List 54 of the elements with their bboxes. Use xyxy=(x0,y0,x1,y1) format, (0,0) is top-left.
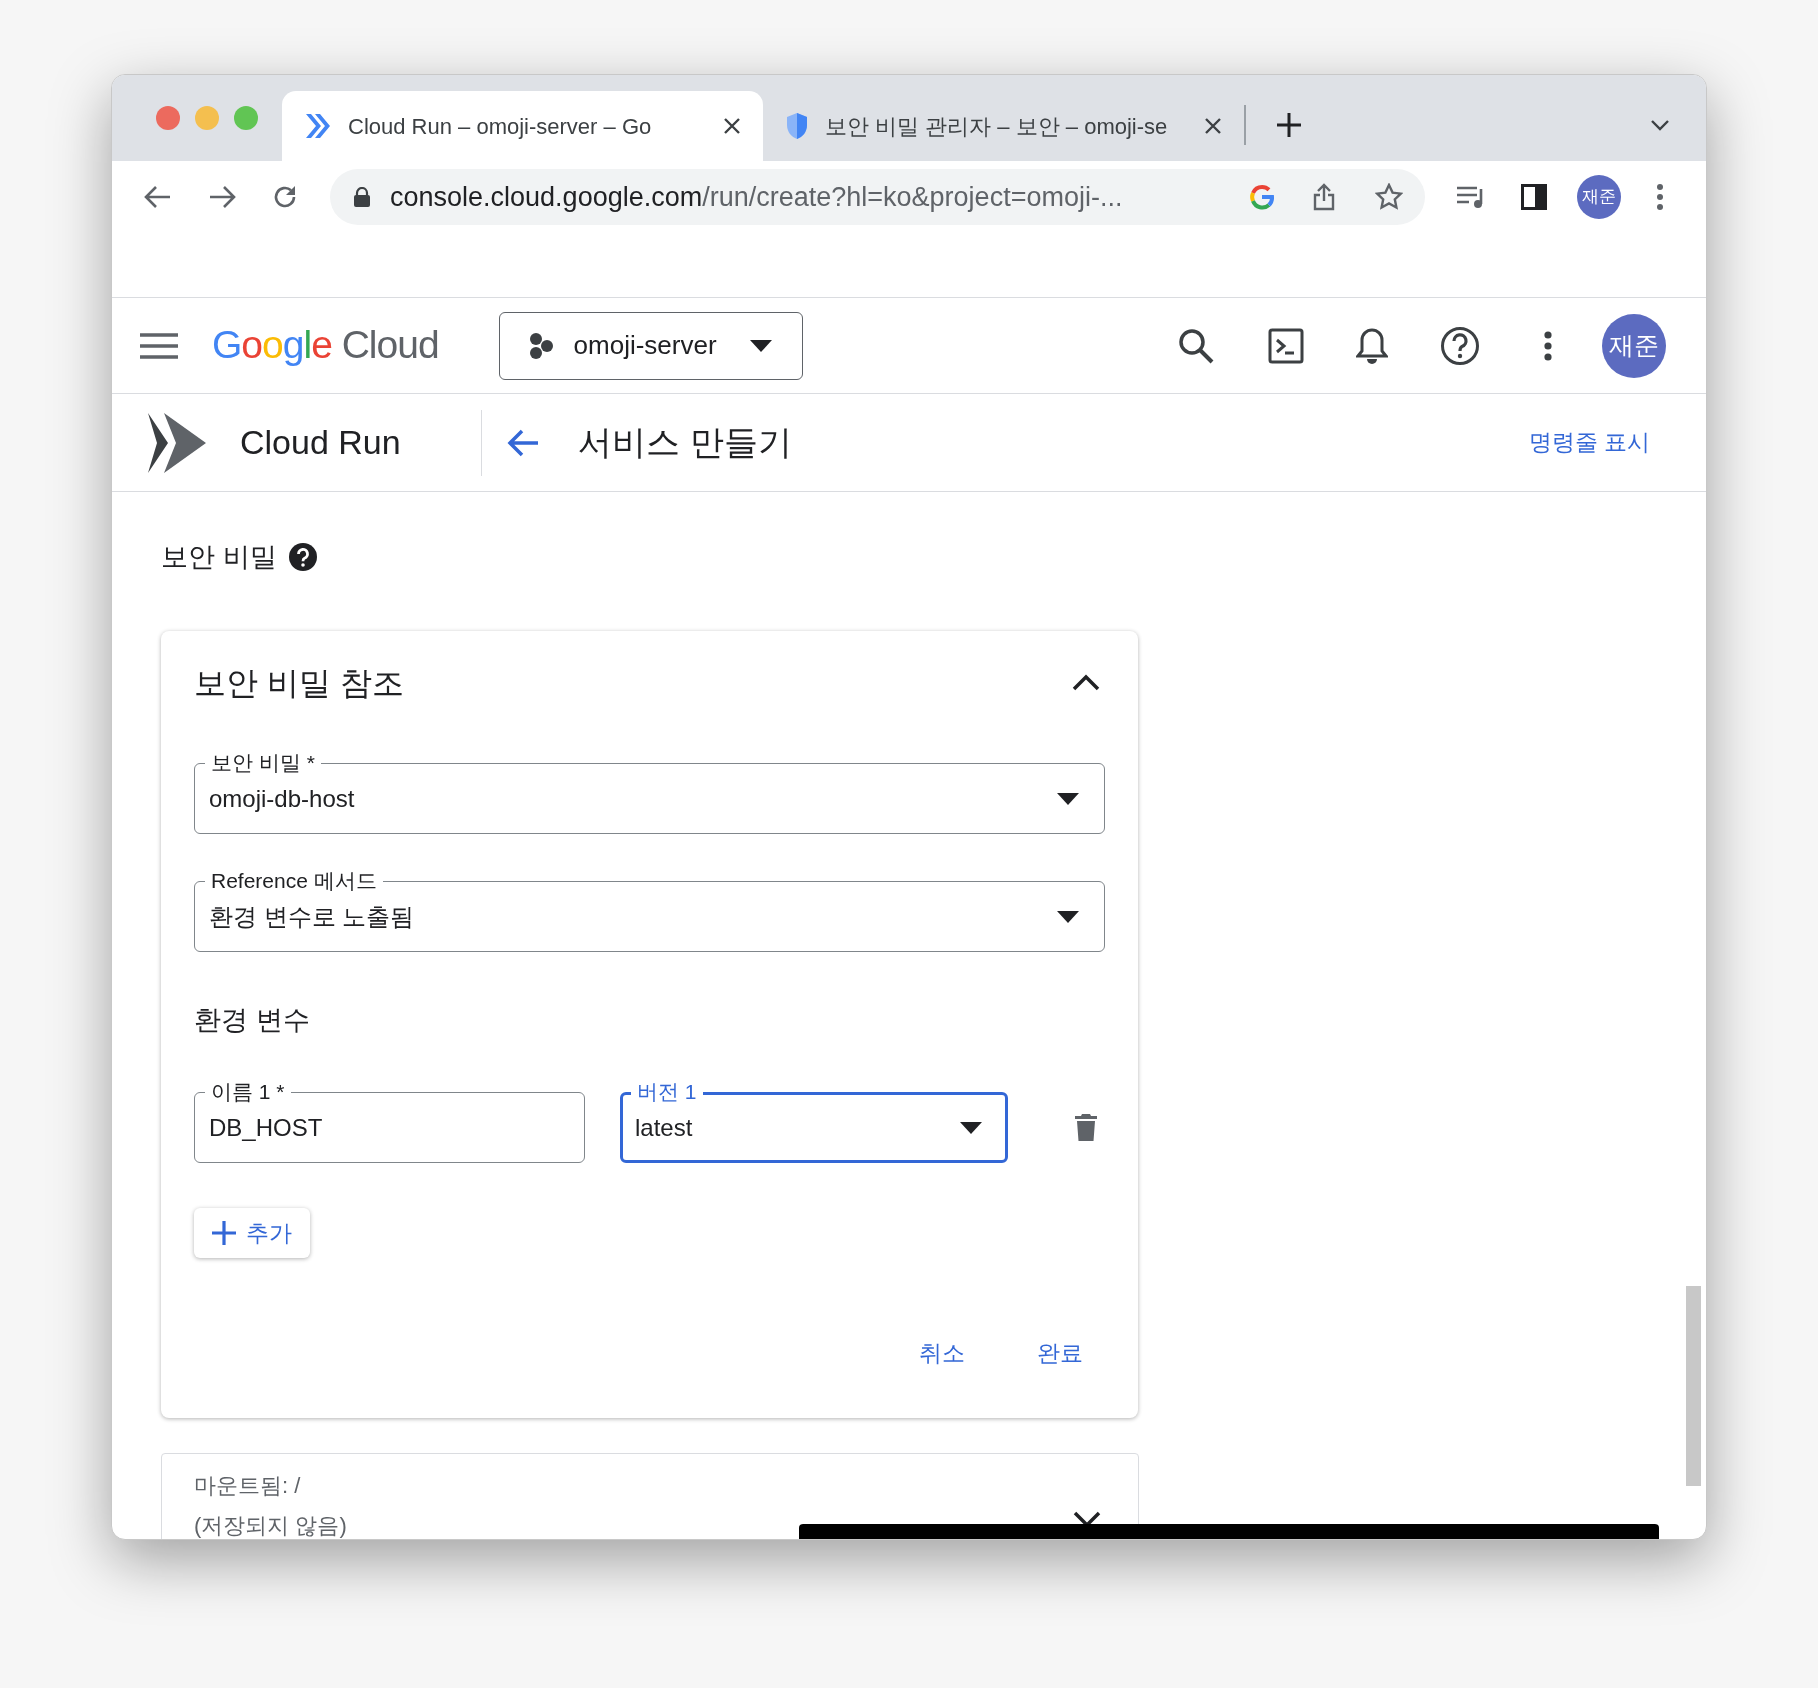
back-arrow-icon[interactable] xyxy=(506,427,541,458)
google-cloud-logo[interactable]: Google Cloud xyxy=(212,316,439,375)
bell-icon[interactable] xyxy=(1356,326,1388,365)
forward-icon[interactable] xyxy=(208,185,236,209)
subsection-title: 환경 변수 xyxy=(194,1004,311,1037)
field-value: omoji-db-host xyxy=(209,783,355,814)
close-tab-icon[interactable] xyxy=(1204,117,1222,135)
caret-icon xyxy=(749,339,772,352)
shield-icon xyxy=(785,112,809,140)
more-icon[interactable] xyxy=(1657,184,1663,210)
chevron-down-icon[interactable] xyxy=(1650,119,1670,131)
command-line-link[interactable]: 명령줄 표시 xyxy=(1528,425,1650,460)
back-icon[interactable] xyxy=(144,185,172,209)
menu-icon[interactable] xyxy=(140,332,178,359)
google-g-icon[interactable] xyxy=(1249,184,1275,210)
help-icon[interactable] xyxy=(1440,325,1480,366)
status-text: 마운트됨: / xyxy=(194,1472,302,1500)
action-button[interactable]: 취소 xyxy=(901,1329,983,1377)
caret-icon xyxy=(1057,910,1079,923)
action-button[interactable]: 완료 xyxy=(1019,1329,1101,1377)
plus-icon xyxy=(212,1221,236,1245)
cloud-run-logo-icon xyxy=(148,412,206,473)
status-text: (저장되지 않음) xyxy=(194,1512,347,1539)
card-title: 보안 비밀 참조 xyxy=(194,664,404,703)
more-icon[interactable] xyxy=(1544,330,1552,361)
field-value: 환경 변수로 노출됨 xyxy=(209,901,415,932)
account-avatar[interactable]: 재준 xyxy=(1602,313,1666,378)
browser-tab[interactable]: 보안 비밀 관리자 – 보안 – omoji-se xyxy=(763,91,1244,161)
project-selector[interactable]: omoji-server xyxy=(498,311,803,380)
browser-tab[interactable]: Cloud Run – omoji-server – Go xyxy=(282,91,763,161)
share-icon[interactable] xyxy=(1313,183,1335,211)
help-icon[interactable] xyxy=(288,543,317,571)
close-tab-icon[interactable] xyxy=(723,117,741,135)
chevrons-icon xyxy=(304,114,332,138)
caret-icon xyxy=(960,1121,982,1134)
new-tab-icon[interactable] xyxy=(1276,112,1302,138)
product-name: Cloud Run xyxy=(240,422,401,463)
chevron-icon[interactable] xyxy=(1072,673,1100,693)
url-text: console.cloud.google.com/run/create?hl=ko&project=omoji-... xyxy=(390,180,1123,214)
field-value: DB_HOST xyxy=(209,1112,323,1143)
profile-avatar[interactable]: 재준 xyxy=(1577,175,1621,219)
lock-icon xyxy=(354,187,370,207)
page-title: 서비스 만들기 xyxy=(578,422,792,463)
terminal-icon[interactable] xyxy=(1268,327,1304,364)
caret-icon xyxy=(1057,792,1079,805)
trash-icon[interactable] xyxy=(1075,1113,1097,1142)
address-bar[interactable]: console.cloud.google.com/run/create?hl=ko&project=omoji-... xyxy=(330,169,1425,225)
add-button[interactable]: 추가 xyxy=(194,1208,310,1258)
reload-icon[interactable] xyxy=(272,184,298,210)
side-panel-icon[interactable] xyxy=(1521,184,1547,210)
search-icon[interactable] xyxy=(1178,327,1214,364)
field-value: latest xyxy=(635,1112,693,1143)
star-icon[interactable] xyxy=(1375,183,1403,211)
section-title: 보안 비밀 xyxy=(161,540,277,574)
